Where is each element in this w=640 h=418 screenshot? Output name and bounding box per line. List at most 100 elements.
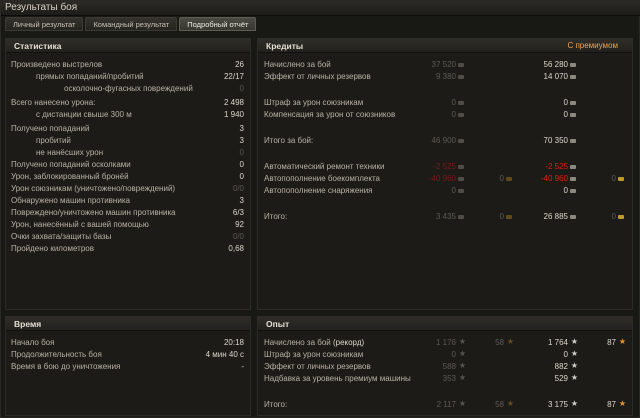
gold-premium-value: 0: [611, 212, 616, 221]
credit-row: Итого: 3 435 26 885 0 0: [258, 212, 634, 222]
credit-icon: [570, 63, 576, 67]
credit-label: Автопополнение боекомплекта: [264, 174, 380, 183]
stat-row: Урон, нанесённый с вашей помощью 92: [6, 220, 252, 230]
credit-premium-value: 26 885: [543, 212, 568, 221]
window-title: Результаты боя: [5, 2, 78, 13]
exp-premium-value: 0: [563, 350, 568, 359]
stat-row: Пройдено километров 0,68: [6, 244, 252, 254]
credit-base-value: 37 520: [431, 60, 456, 69]
credit-label: Автоматический ремонт техники: [264, 162, 385, 171]
stat-row: Урон, заблокированный бронёй 0: [6, 172, 252, 182]
exp-label-text: Надбавка за уровень премиум машины: [264, 374, 411, 383]
free-exp-icon: ★: [506, 399, 514, 408]
gold-premium-value: 0: [611, 174, 616, 183]
gold-icon: [506, 215, 512, 219]
free-exp-icon: ★: [618, 399, 626, 408]
stat-label: Получено попаданий осколками: [11, 160, 131, 169]
exp-label-text: Итого:: [264, 400, 288, 409]
star-icon: ★: [570, 349, 578, 358]
credit-icon: [570, 75, 576, 79]
credit-row: Эффект от личных резервов 9 380 14 070: [258, 72, 634, 82]
credit-icon: [570, 113, 576, 117]
exp-base-value: 353: [442, 374, 456, 383]
credit-premium-value: 70 350: [543, 136, 568, 145]
stat-label: Получено попаданий: [11, 124, 90, 133]
stat-value: 0,68: [228, 244, 244, 253]
credit-base-value: 0: [451, 110, 456, 119]
credit-icon: [458, 189, 464, 193]
credit-icon: [458, 75, 464, 79]
credit-label: Итого за бой:: [264, 136, 314, 145]
tab-detailed-report[interactable]: Подробный отчёт: [179, 17, 257, 31]
exp-premium-value: 882: [554, 362, 568, 371]
time-label: Продолжительность боя: [11, 350, 102, 359]
time-title: Время: [14, 319, 42, 329]
credit-icon: [458, 101, 464, 105]
stat-value: 0: [239, 148, 244, 157]
stat-row: Получено попаданий осколками 0: [6, 160, 252, 170]
stat-row: Произведено выстрелов 26: [6, 60, 252, 70]
stat-value: 0/0: [232, 232, 244, 241]
star-icon: ★: [458, 337, 466, 346]
star-icon: ★: [458, 373, 466, 382]
stat-label: пробитий: [36, 136, 71, 145]
time-row: Начало боя 20:18: [6, 338, 252, 348]
stat-label: Всего нанесено урона:: [11, 98, 96, 107]
exp-row: Эффект от личных резервов 588 ★ 882 ★: [258, 362, 634, 372]
credit-row: Компенсация за урон от союзников 0 0: [258, 110, 634, 120]
stat-label: осколочно-фугасных повреждений: [64, 84, 193, 93]
credit-row: Автоматический ремонт техники -2 525 -2 52…: [258, 162, 634, 172]
credit-label: Начислено за бой: [264, 60, 331, 69]
credit-icon: [570, 139, 576, 143]
credit-icon: [570, 177, 576, 181]
stat-value: 0: [239, 160, 244, 169]
star-icon: ★: [570, 373, 578, 382]
exp-label: Штраф за урон союзникам: [264, 350, 363, 360]
stat-value: 26: [235, 60, 244, 69]
exp-label-text: Эффект от личных резервов: [264, 362, 371, 371]
stat-value: 0: [239, 84, 244, 93]
stat-row: с дистанции свыше 300 м 1 940: [6, 110, 252, 120]
time-header: Время: [6, 317, 250, 331]
title-bar: Результаты боя: [1, 1, 640, 16]
time-row: Время в бою до уничтожения -: [6, 362, 252, 372]
stat-value: 0: [239, 172, 244, 181]
credit-label: Штраф за урон союзникам: [264, 98, 364, 107]
exp-record-tag: (рекорд): [330, 338, 365, 347]
time-panel: Время Начало боя 20:18 Продолжительность б…: [5, 316, 251, 416]
star-icon: ★: [570, 337, 578, 346]
credit-icon: [570, 165, 576, 169]
premium-column-label: С премиумом: [567, 41, 618, 50]
credit-base-value: 0: [451, 98, 456, 107]
exp-row: Начислено за бой (рекорд) 1 176 ★ 1 764 ★ 58 ★…: [258, 338, 634, 348]
credit-icon: [458, 177, 464, 181]
exp-panel: Опыт Начислено за бой (рекорд) 1 176 ★ 1 76…: [257, 316, 633, 416]
exp-base-value: 588: [442, 362, 456, 371]
exp-row: Итого: 2 117 ★ 3 175 ★ 58 ★ 87 ★: [258, 400, 634, 410]
credit-premium-value: -2 525: [545, 162, 568, 171]
credit-row: Штраф за урон союзникам 0 0: [258, 98, 634, 108]
stat-label: Обнаружено машин противника: [11, 196, 130, 205]
free-exp-icon: ★: [618, 337, 626, 346]
tab-personal-result[interactable]: Личный результат: [5, 17, 84, 31]
credit-icon: [458, 215, 464, 219]
exp-row: Надбавка за уровень премиум машины 353 ★ 52…: [258, 374, 634, 384]
exp-header: Опыт: [258, 317, 632, 331]
battle-results-window: Результаты боя Личный результат Командны…: [0, 0, 640, 418]
stats-title: Статистика: [14, 41, 62, 51]
stats-header: Статистика: [6, 39, 250, 53]
credit-base-value: 46 900: [431, 136, 456, 145]
credit-label: Компенсация за урон от союзников: [264, 110, 396, 119]
stat-value: 6/3: [232, 208, 244, 217]
credit-row: Итого за бой: 46 900 70 350: [258, 136, 634, 146]
gold-icon: [618, 215, 624, 219]
exp-label: Начислено за бой (рекорд): [264, 338, 364, 348]
credit-row: Автопополнение снаряжения 0 0: [258, 186, 634, 196]
gold-base-value: 0: [499, 212, 504, 221]
credit-icon: [458, 63, 464, 67]
stat-row: Очки захвата/защиты базы 0/0: [6, 232, 252, 242]
exp-premium-value: 1 764: [547, 338, 568, 347]
exp-premium-value: 529: [554, 374, 568, 383]
tab-team-result[interactable]: Командный результат: [85, 17, 178, 31]
stat-label: не нанёсших урон: [36, 148, 104, 157]
